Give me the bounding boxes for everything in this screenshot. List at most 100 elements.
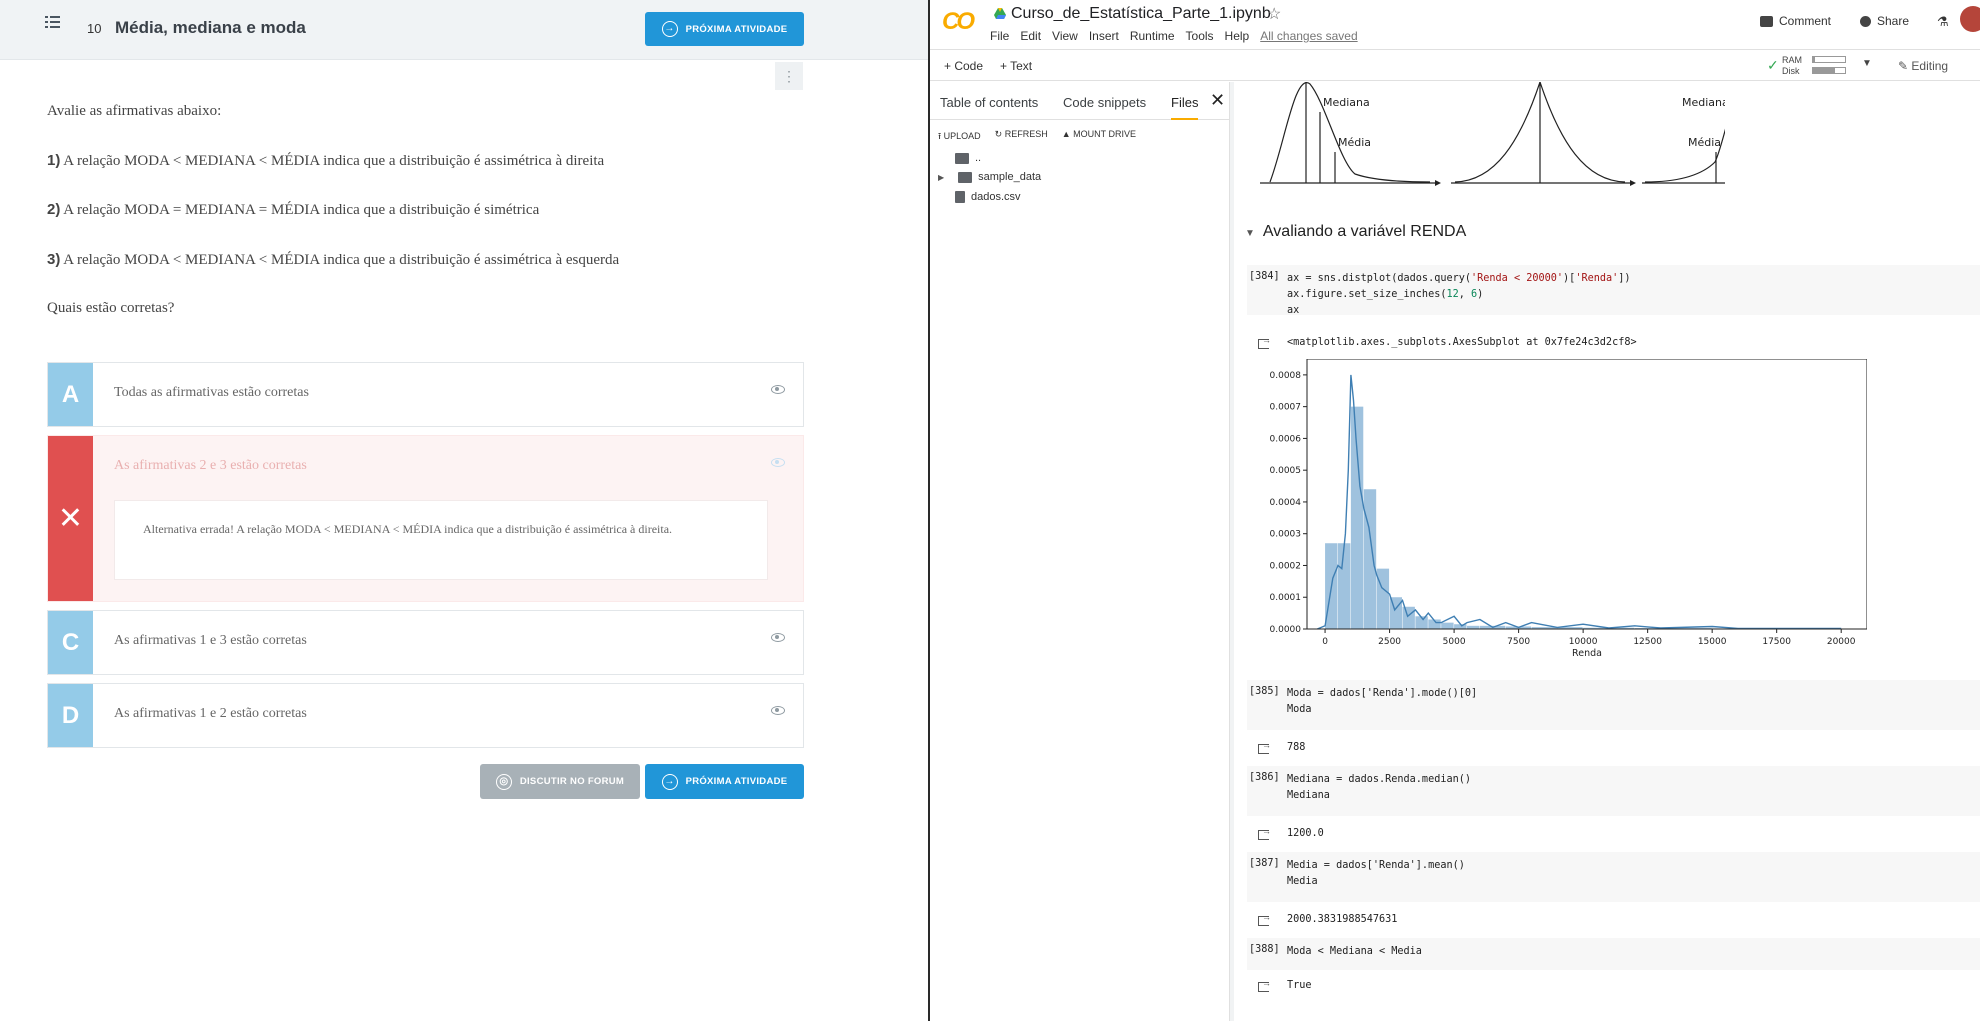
output-icon[interactable] xyxy=(1258,740,1271,754)
alternative-d[interactable]: D As afirmativas 1 e 2 estão corretas xyxy=(47,683,804,748)
comment-button[interactable]: Comment xyxy=(1760,14,1831,28)
y-tick-label: 0.0003 xyxy=(1270,530,1302,540)
file-item-sample-data[interactable]: ▶ sample_data xyxy=(938,171,1041,183)
y-tick-label: 0.0006 xyxy=(1270,434,1302,444)
menu-list-icon[interactable] xyxy=(45,15,61,31)
expand-caret-icon[interactable]: ▶ xyxy=(938,173,944,182)
arrow-circle-icon: → xyxy=(661,773,678,790)
cell-output-384: <matplotlib.axes._subplots.AxesSubplot a… xyxy=(1287,337,1637,348)
media-label-left: Média xyxy=(1338,136,1371,149)
menu-help[interactable]: Help xyxy=(1225,29,1250,43)
file-item-dados-csv[interactable]: dados.csv xyxy=(955,191,1021,203)
alternative-c[interactable]: C As afirmativas 1 e 3 estão corretas xyxy=(47,610,804,675)
folder-icon xyxy=(958,171,973,183)
code-cell-386[interactable]: [386] Mediana = dados.Renda.median() Med… xyxy=(1247,766,1980,816)
x-tick-label: 20000 xyxy=(1827,637,1856,647)
menu-insert[interactable]: Insert xyxy=(1089,29,1119,43)
avatar[interactable] xyxy=(1960,6,1980,32)
save-status[interactable]: All changes saved xyxy=(1260,29,1357,43)
close-icon[interactable]: ✕ xyxy=(1210,90,1225,111)
sidebar-resize-handle[interactable] xyxy=(1229,82,1234,1021)
flask-icon[interactable]: ⚗ xyxy=(1937,14,1949,30)
code-cell-388[interactable]: [388] Moda < Mediana < Media xyxy=(1247,938,1980,970)
cell-code[interactable]: Mediana = dados.Renda.median() Mediana xyxy=(1287,772,1471,804)
alternative-letter: D xyxy=(48,684,93,747)
menu-view[interactable]: View xyxy=(1052,29,1078,43)
next-activity-button-bottom[interactable]: → PRÓXIMA ATIVIDADE xyxy=(645,764,804,799)
cell-output-386: 1200.0 xyxy=(1287,828,1324,839)
colab-pane: CO Curso_de_Estatística_Parte_1.ipynb ☆ … xyxy=(930,0,1980,1021)
more-options-icon[interactable]: ⋮ xyxy=(775,62,803,90)
alternative-text: Todas as afirmativas estão corretas xyxy=(114,385,309,400)
add-text-button[interactable]: + Text xyxy=(1000,59,1032,73)
colab-logo[interactable]: CO xyxy=(942,8,975,36)
x-tick-label: 5000 xyxy=(1443,637,1466,647)
cell-code[interactable]: Moda = dados['Renda'].mode()[0] Moda xyxy=(1287,686,1477,718)
lesson-number: 10 xyxy=(87,21,102,36)
notebook-title[interactable]: Curso_de_Estatística_Parte_1.ipynb xyxy=(1011,5,1271,23)
output-icon[interactable] xyxy=(1258,912,1271,926)
upload-button[interactable]: ⭱ UPLOAD xyxy=(938,129,981,145)
lesson-pane: 10 Média, mediana e moda → PRÓXIMA ATIVI… xyxy=(0,0,928,1021)
eye-icon[interactable] xyxy=(771,706,785,715)
share-button[interactable]: Share xyxy=(1860,14,1909,28)
menu-tools[interactable]: Tools xyxy=(1186,29,1214,43)
cell-prompt: [388] xyxy=(1249,944,1280,955)
cell-code[interactable]: Moda < Mediana < Media xyxy=(1287,944,1422,960)
lesson-header: 10 Média, mediana e moda → PRÓXIMA ATIVI… xyxy=(0,0,928,60)
notebook-area: Mediana Média Mediana Média ▼ Avaliando a… xyxy=(1235,82,1980,1021)
add-code-button[interactable]: + Code xyxy=(944,59,983,73)
code-cell-384[interactable]: [384] ax = sns.distplot(dados.query('Ren… xyxy=(1247,265,1980,316)
tab-files[interactable]: Files xyxy=(1171,95,1199,120)
file-item-parent[interactable]: .. xyxy=(955,152,981,164)
menu-runtime[interactable]: Runtime xyxy=(1130,29,1175,43)
x-axis-label: Renda xyxy=(1572,648,1602,659)
alternative-letter: C xyxy=(48,611,93,674)
file-icon xyxy=(955,191,965,203)
resource-monitor[interactable]: RAM Disk xyxy=(1782,55,1802,77)
collapse-caret-icon[interactable]: ▼ xyxy=(1245,228,1255,239)
section-heading[interactable]: ▼ Avaliando a variável RENDA xyxy=(1245,223,1466,241)
histogram-bar xyxy=(1402,606,1415,629)
menubar: File Edit View Insert Runtime Tools Help… xyxy=(990,29,1358,43)
eye-icon[interactable] xyxy=(771,385,785,394)
cell-prompt: [384] xyxy=(1249,271,1280,282)
forum-button[interactable]: ◎ DISCUTIR NO FORUM xyxy=(480,764,640,799)
files-sidebar: Table of contents Code snippets Files ✕ … xyxy=(930,82,1230,1021)
mount-drive-button[interactable]: ▲ MOUNT DRIVE xyxy=(1062,129,1136,145)
ram-bar xyxy=(1812,56,1846,63)
refresh-button[interactable]: ↻ REFRESH xyxy=(995,129,1048,145)
drive-icon xyxy=(994,8,1006,19)
prompt-intro: Avalie as afirmativas abaixo: xyxy=(47,103,222,119)
next-activity-button-top[interactable]: → PRÓXIMA ATIVIDADE xyxy=(645,12,804,46)
output-icon[interactable] xyxy=(1258,826,1271,840)
cell-code[interactable]: Media = dados['Renda'].mean() Media xyxy=(1287,858,1465,890)
output-icon[interactable] xyxy=(1258,978,1271,992)
connected-check-icon: ✓ xyxy=(1767,57,1779,73)
y-tick-label: 0.0002 xyxy=(1270,561,1302,571)
editing-mode[interactable]: ✎ Editing xyxy=(1898,59,1948,73)
code-cell-387[interactable]: [387] Media = dados['Renda'].mean() Medi… xyxy=(1247,852,1980,902)
alternative-b-wrong[interactable]: ✕ As afirmativas 2 e 3 estão corretas Al… xyxy=(47,435,804,602)
star-icon[interactable]: ☆ xyxy=(1267,4,1281,24)
people-icon xyxy=(1860,15,1871,27)
arrow-circle-icon: → xyxy=(661,21,678,37)
sidebar-tabs: Table of contents Code snippets Files ✕ xyxy=(930,82,1230,120)
y-tick-label: 0.0007 xyxy=(1270,403,1302,413)
eye-icon[interactable] xyxy=(771,633,785,642)
code-cell-385[interactable]: [385] Moda = dados['Renda'].mode()[0] Mo… xyxy=(1247,680,1980,730)
alternative-a[interactable]: A Todas as afirmativas estão corretas xyxy=(47,362,804,427)
output-icon[interactable] xyxy=(1258,335,1271,349)
x-tick-label: 10000 xyxy=(1569,637,1598,647)
tab-code-snippets[interactable]: Code snippets xyxy=(1063,95,1146,110)
resources-dropdown-icon[interactable]: ▼ xyxy=(1862,58,1872,69)
x-tick-label: 0 xyxy=(1322,637,1328,647)
kde-line xyxy=(1317,374,1842,630)
tab-table-of-contents[interactable]: Table of contents xyxy=(940,95,1038,110)
menu-file[interactable]: File xyxy=(990,29,1009,43)
y-tick-label: 0.0008 xyxy=(1270,371,1302,381)
menu-edit[interactable]: Edit xyxy=(1020,29,1041,43)
x-tick-label: 12500 xyxy=(1633,637,1662,647)
eye-icon[interactable] xyxy=(771,458,785,467)
cell-code[interactable]: ax = sns.distplot(dados.query('Renda < 2… xyxy=(1287,271,1631,319)
